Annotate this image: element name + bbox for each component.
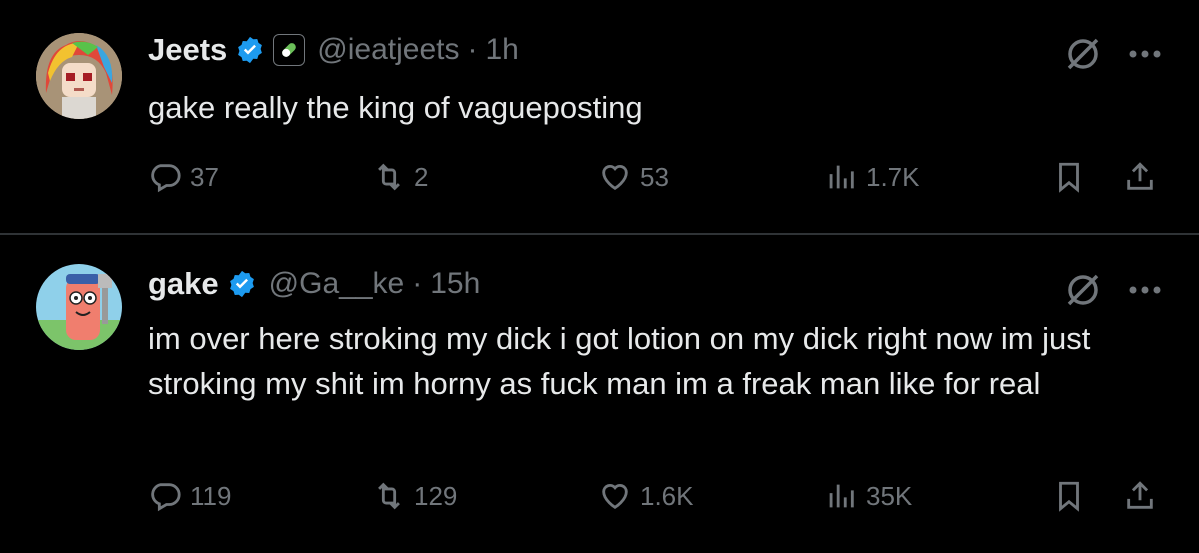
bookmark-icon (1059, 162, 1079, 193)
like-button[interactable]: 1.6K (598, 479, 694, 513)
reply-button[interactable]: 37 (148, 160, 219, 194)
bookmark-icon (1059, 481, 1079, 512)
reply-button[interactable]: 119 (148, 479, 231, 513)
views-icon (829, 165, 854, 189)
timestamp[interactable]: 1h (486, 33, 519, 67)
tweet[interactable]: Jeets @ieatjeets · 1h gake really the ki… (0, 0, 1199, 233)
tweet[interactable]: gake @Ga__ke · 15h im over here stroking… (0, 236, 1199, 553)
timestamp[interactable]: 15h (430, 267, 480, 301)
verified-icon (238, 36, 263, 64)
reply-icon (151, 164, 181, 193)
avatar[interactable] (36, 33, 122, 119)
reply-count: 119 (190, 480, 232, 511)
tweet-header: gake @Ga__ke · 15h (148, 264, 480, 304)
heart-icon (602, 165, 628, 191)
views-count: 1.7K (866, 161, 920, 192)
separator-dot: · (467, 33, 478, 66)
separator-dot: · (412, 267, 423, 300)
display-name[interactable]: Jeets (148, 32, 227, 68)
share-icon (1127, 162, 1153, 190)
share-button[interactable] (1123, 160, 1157, 194)
handle[interactable]: @ieatjeets (317, 33, 459, 67)
divider (0, 233, 1199, 235)
grok-icon[interactable] (1063, 270, 1103, 310)
retweet-count: 2 (414, 161, 429, 192)
like-count: 1.6K (640, 480, 694, 511)
views-icon (829, 484, 854, 508)
reply-count: 37 (190, 161, 219, 192)
share-icon (1127, 481, 1153, 509)
like-count: 53 (640, 161, 669, 192)
retweet-button[interactable]: 2 (372, 160, 428, 194)
avatar[interactable] (36, 264, 122, 350)
views-count: 35K (866, 480, 913, 511)
retweet-icon (378, 482, 400, 510)
reply-icon (151, 483, 181, 512)
pill-badge-icon[interactable] (273, 34, 306, 66)
grok-icon[interactable] (1063, 34, 1103, 74)
tweet-text: gake really the king of vagueposting (148, 90, 643, 125)
tweet-top-actions (1063, 270, 1163, 310)
verified-icon (229, 270, 254, 298)
handle[interactable]: @Ga__ke (269, 267, 405, 301)
tweet-text: im over here stroking my dick i got loti… (148, 321, 1091, 401)
retweet-count: 129 (414, 480, 458, 511)
views-button[interactable]: 35K (824, 479, 912, 513)
tweet-actions: 37 2 53 1.7K (148, 160, 1168, 200)
bookmark-button[interactable] (1052, 160, 1086, 194)
tweet-top-actions (1063, 34, 1163, 74)
heart-icon (602, 484, 628, 510)
more-icon[interactable] (1127, 48, 1163, 60)
retweet-button[interactable]: 129 (372, 479, 457, 513)
more-icon[interactable] (1127, 284, 1163, 296)
display-name[interactable]: gake (148, 266, 219, 302)
views-button[interactable]: 1.7K (824, 160, 920, 194)
like-button[interactable]: 53 (598, 160, 669, 194)
bookmark-button[interactable] (1052, 479, 1086, 513)
tweet-actions: 119 129 1.6K 35K (148, 479, 1168, 519)
share-button[interactable] (1123, 479, 1157, 513)
tweet-header: Jeets @ieatjeets · 1h (148, 30, 519, 70)
retweet-icon (378, 163, 400, 191)
